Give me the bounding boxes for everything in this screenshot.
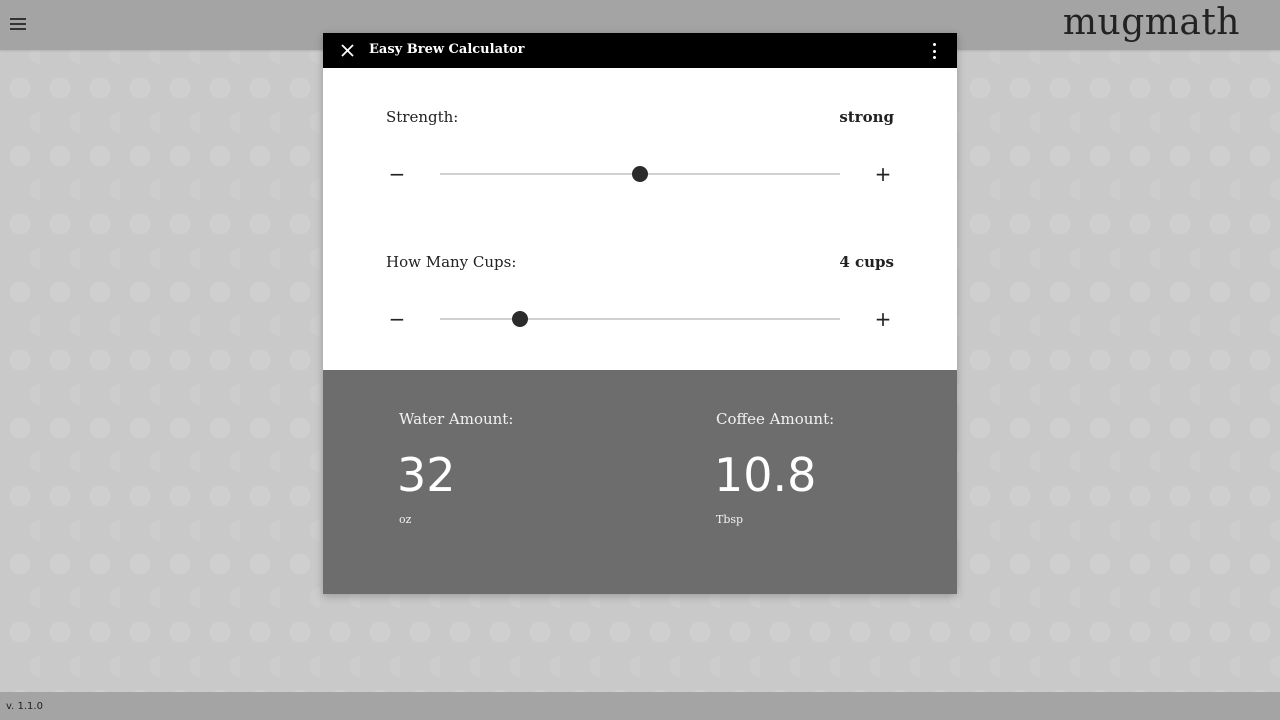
strength-label: Strength: xyxy=(386,108,459,126)
version-label: v. 1.1.0 xyxy=(6,701,43,712)
coffee-amount-unit: Tbsp xyxy=(716,513,744,526)
footer-bar: v. 1.1.0 xyxy=(0,692,1280,720)
brew-calculator-dialog: Easy Brew Calculator Strength: strong − … xyxy=(323,33,957,594)
strength-increase-button[interactable]: + xyxy=(869,160,897,188)
cups-decrease-button[interactable]: − xyxy=(383,305,411,333)
strength-slider[interactable] xyxy=(440,166,840,182)
water-amount-value: 32 xyxy=(397,448,456,502)
close-icon[interactable] xyxy=(339,42,356,59)
cups-slider[interactable] xyxy=(440,311,840,327)
cups-increase-button[interactable]: + xyxy=(869,305,897,333)
cups-value: 4 cups xyxy=(839,253,894,271)
dialog-header: Easy Brew Calculator xyxy=(323,33,957,68)
water-amount-label: Water Amount: xyxy=(399,410,514,428)
more-vert-icon[interactable] xyxy=(929,43,939,59)
coffee-amount-label: Coffee Amount: xyxy=(716,410,835,428)
water-amount-unit: oz xyxy=(399,513,412,526)
strength-slider-thumb[interactable] xyxy=(632,166,648,182)
dialog-title: Easy Brew Calculator xyxy=(369,42,525,57)
coffee-amount-value: 10.8 xyxy=(714,448,817,502)
brand-logo: mugmath xyxy=(1062,2,1240,43)
cups-label: How Many Cups: xyxy=(386,253,517,271)
cups-slider-thumb[interactable] xyxy=(512,311,528,327)
strength-decrease-button[interactable]: − xyxy=(383,160,411,188)
results-panel: Water Amount: 32 oz Coffee Amount: 10.8 … xyxy=(323,370,957,594)
hamburger-menu-icon[interactable] xyxy=(10,14,28,34)
strength-value: strong xyxy=(839,108,894,126)
